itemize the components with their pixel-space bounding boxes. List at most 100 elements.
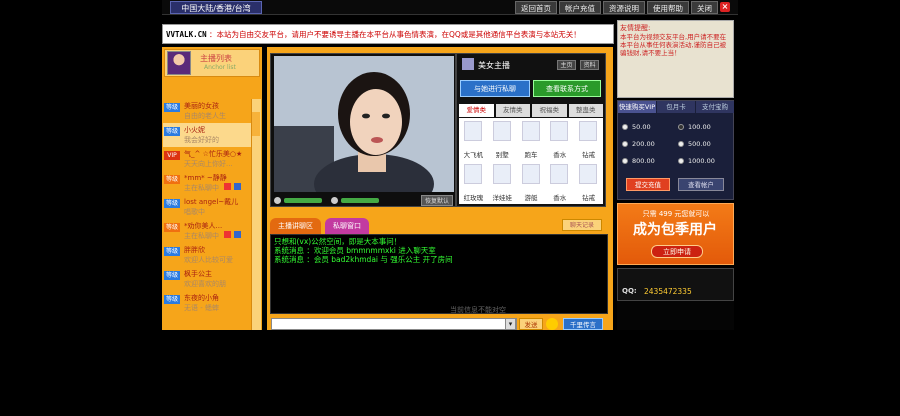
chevron-down-icon[interactable]: ▾ bbox=[505, 318, 516, 330]
amount-option[interactable]: 500.00 bbox=[678, 139, 732, 149]
amount-option[interactable]: 100.00 bbox=[678, 122, 732, 132]
doll-icon bbox=[492, 164, 511, 184]
region-tab[interactable]: 中国大陆/香港/台湾 bbox=[170, 1, 262, 14]
qq-label: QQ: bbox=[622, 287, 637, 295]
list-item[interactable]: VIP 气_^ ☆忙乐美○★ 天天向上你好... bbox=[163, 147, 251, 171]
gift-item[interactable]: 红玫瑰 bbox=[459, 161, 488, 204]
restore-default-button[interactable]: 恢复默认 bbox=[421, 195, 453, 206]
level-badge: 等级 bbox=[164, 223, 180, 232]
anchor-title: 美女主播 bbox=[478, 61, 510, 70]
gift-label: 游艇 bbox=[524, 194, 538, 202]
list-item[interactable]: 等级 *mm* ~静静 主在私聊中 bbox=[163, 171, 251, 195]
gift-item[interactable]: 洋娃娃 bbox=[488, 161, 517, 204]
radio-icon bbox=[678, 124, 684, 130]
radio-icon bbox=[678, 158, 684, 164]
anchor-status: 天天向上你好... bbox=[184, 160, 233, 168]
anchor-name: lost angel~戴儿 bbox=[184, 198, 239, 206]
list-item[interactable]: 等级 小火妮 我会好好的 bbox=[163, 123, 251, 147]
submit-recharge-button[interactable]: 提交充值 bbox=[626, 178, 670, 191]
tab-blessing[interactable]: 祝福类 bbox=[532, 104, 567, 117]
gift-item[interactable]: 跑车 bbox=[517, 118, 546, 161]
tab-friendship[interactable]: 友情类 bbox=[495, 104, 530, 117]
site-logo: VVTALK.CN bbox=[166, 29, 207, 39]
nav-recharge[interactable]: 帐户充值 bbox=[559, 1, 601, 14]
list-item[interactable]: 等级 胖胖欣 欢迎人比较可爱 bbox=[163, 243, 251, 267]
anchor-status: 无语 - 蟋蟀 bbox=[184, 304, 219, 312]
tab-quick-vip[interactable]: 快速购买VIP bbox=[618, 101, 656, 113]
anchor-status: 我会好好的 bbox=[184, 136, 219, 144]
chat-input[interactable] bbox=[271, 318, 517, 330]
amount-label: 50.00 bbox=[632, 123, 651, 131]
tab-love[interactable]: 爱情类 bbox=[459, 104, 494, 117]
rose-icon bbox=[464, 164, 482, 184]
microphone-icon[interactable] bbox=[274, 196, 281, 204]
amount-option[interactable]: 200.00 bbox=[622, 139, 676, 149]
recharge-tabs: 快速购买VIP 包月卡 支付宝购 bbox=[618, 101, 734, 113]
nav-home[interactable]: 返回首页 bbox=[515, 1, 557, 14]
level-badge: 等级 bbox=[164, 271, 180, 280]
sidebar-scroll-thumb[interactable] bbox=[252, 112, 260, 136]
message-broadcast-button[interactable]: 千里传言 bbox=[563, 318, 603, 330]
nav-close[interactable]: 关闭 bbox=[691, 1, 718, 14]
gift-item[interactable]: 香水 bbox=[545, 118, 574, 161]
anchor-list-subtitle: Anchor list bbox=[204, 64, 236, 71]
view-account-button[interactable]: 查看帐户 bbox=[678, 178, 724, 191]
gift-item[interactable]: 别墅 bbox=[488, 118, 517, 161]
gift-item[interactable]: 钻戒 bbox=[574, 118, 603, 161]
homepage-button[interactable]: 主页 bbox=[557, 60, 576, 70]
promo-title: 成为包季用户 bbox=[633, 222, 717, 238]
anchor-name: *劝你美人... bbox=[184, 222, 223, 230]
list-item[interactable]: 等级 lost angel~戴儿 唱歌中 bbox=[163, 195, 251, 219]
anchor-status: 主在私聊中 bbox=[184, 184, 219, 192]
view-contact-button[interactable]: 查看联系方式 bbox=[533, 80, 601, 97]
ring-icon bbox=[579, 121, 598, 141]
gift-item[interactable]: 钻戒 bbox=[574, 161, 603, 204]
amount-label: 800.00 bbox=[632, 157, 655, 165]
gift-label: 跑车 bbox=[524, 151, 538, 159]
gift-item[interactable]: 香水 bbox=[545, 161, 574, 204]
level-badge: 等级 bbox=[164, 175, 180, 184]
perfume-icon bbox=[550, 121, 569, 141]
private-chat-button[interactable]: 与她进行私聊 bbox=[460, 80, 530, 97]
tab-private-chat[interactable]: 私聊窗口 bbox=[325, 218, 369, 234]
amount-label: 500.00 bbox=[688, 140, 711, 148]
amount-option[interactable]: 50.00 bbox=[622, 122, 676, 132]
anchor-list: 等级 美丽的女孩 自由的老人生 等级 小火妮 我会好好的 VIP 气_^ ☆忙乐… bbox=[163, 99, 251, 330]
mic-volume-slider[interactable] bbox=[284, 197, 322, 203]
tab-alipay[interactable]: 支付宝购 bbox=[696, 101, 734, 113]
anchor-name: 小火妮 bbox=[184, 126, 205, 134]
qq-contact-box bbox=[617, 268, 734, 301]
tab-public-chat[interactable]: 主播讲聊区 bbox=[270, 218, 321, 234]
gift-item[interactable]: 大飞机 bbox=[459, 118, 488, 161]
nav-resources[interactable]: 资源说明 bbox=[603, 1, 645, 14]
speaker-icon[interactable] bbox=[331, 196, 338, 204]
amount-option[interactable]: 800.00 bbox=[622, 156, 676, 166]
yacht-icon bbox=[521, 164, 540, 184]
list-item[interactable]: 等级 *劝你美人... 主在私聊中 bbox=[163, 219, 251, 243]
amount-option[interactable]: 1000.00 bbox=[678, 156, 732, 166]
tab-prank[interactable]: 整蛊类 bbox=[568, 104, 603, 117]
live-video[interactable] bbox=[274, 56, 454, 192]
speaker-volume-slider[interactable] bbox=[341, 197, 379, 203]
gift-item[interactable]: 游艇 bbox=[517, 161, 546, 204]
send-button[interactable]: 发送 bbox=[519, 318, 543, 330]
anchor-name: 枫手公主 bbox=[184, 270, 212, 278]
chat-history-button[interactable]: 聊天记录 bbox=[562, 219, 602, 231]
emoji-icon[interactable] bbox=[546, 318, 558, 330]
close-icon[interactable]: × bbox=[720, 2, 730, 12]
tab-monthly-card[interactable]: 包月卡 bbox=[657, 101, 695, 113]
amount-options: 50.00 100.00 200.00 500.00 800.00 1000.0… bbox=[622, 122, 732, 166]
radio-icon bbox=[622, 124, 628, 130]
anchor-icon bbox=[462, 58, 474, 70]
chat-message: 系统消息 ：欢迎会员 bmmnmmxki 进入聊天室 bbox=[274, 246, 436, 255]
list-item[interactable]: 等级 美丽的女孩 自由的老人生 bbox=[163, 99, 251, 123]
profile-button[interactable]: 资料 bbox=[580, 60, 599, 70]
gift-label: 大飞机 bbox=[463, 151, 484, 159]
list-item[interactable]: 等级 东夜的小角 无语 - 蟋蟀 bbox=[163, 291, 251, 315]
reminder-title: 友情提醒: bbox=[620, 24, 651, 32]
apply-now-button[interactable]: 立即申请 bbox=[651, 245, 703, 258]
list-item[interactable]: 等级 枫手公主 欢迎喜欢的朋 bbox=[163, 267, 251, 291]
nav-help[interactable]: 使用帮助 bbox=[647, 1, 689, 14]
radio-icon bbox=[678, 141, 684, 147]
gift-label: 别墅 bbox=[495, 151, 509, 159]
